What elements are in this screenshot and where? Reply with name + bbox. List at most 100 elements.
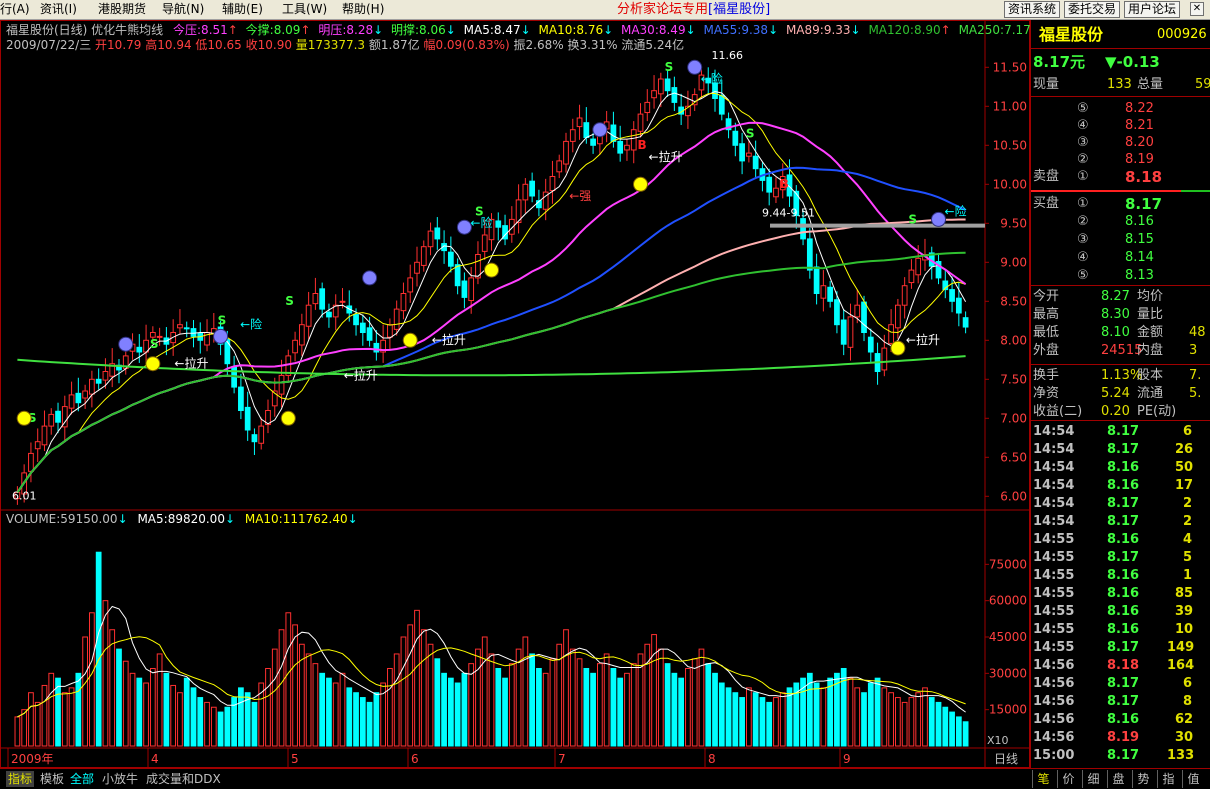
volume-bar — [522, 636, 529, 747]
today-pressure: 今压:8.51 — [173, 23, 228, 37]
tab-all[interactable]: 全部 — [70, 771, 94, 787]
info-system-button[interactable]: 资讯系统 — [1004, 1, 1061, 18]
tick-volume: 5 — [1183, 550, 1193, 565]
face-icon — [362, 270, 378, 286]
sell-level-row[interactable]: ⑤ 8.22 — [1031, 100, 1210, 118]
right-tab-5[interactable]: 指 — [1157, 770, 1179, 788]
candle — [867, 336, 874, 353]
candle — [901, 285, 908, 306]
volume-bar — [95, 551, 102, 747]
volume-bar — [41, 684, 48, 747]
price-tick-label: 6.50 — [1000, 450, 1027, 464]
volume-bar — [14, 716, 21, 747]
buy-level-row[interactable]: 买盘 ① 8.17 — [1031, 195, 1210, 213]
vol-tick-label: 30000 — [989, 666, 1027, 680]
volume-bar — [224, 706, 231, 747]
stat-value: 8.10 — [1101, 325, 1130, 340]
tick-time: 14:56 — [1033, 694, 1075, 709]
candle — [353, 314, 359, 326]
volume-bar — [691, 658, 698, 747]
candle — [908, 269, 915, 284]
candle — [895, 304, 901, 329]
bar-date: 2009/07/22/三 — [6, 38, 92, 52]
pull-up-text: 拉升 — [184, 356, 208, 371]
candle — [48, 413, 55, 427]
price-tick-label: 11.50 — [993, 60, 1027, 74]
tab-indicator[interactable]: 指标 — [6, 771, 35, 787]
menu-item-assist[interactable]: 辅助(E) — [222, 0, 263, 20]
price-tick-label: 7.00 — [1000, 411, 1027, 425]
menu-item-nav[interactable]: 导航(N) — [162, 0, 204, 20]
volume-bar — [156, 653, 163, 747]
stat2-value-2: 5. — [1189, 386, 1202, 401]
vol-tick-label: 75000 — [989, 557, 1027, 571]
title-stock: [福星股份] — [708, 2, 771, 17]
right-tab-3[interactable]: 盘 — [1107, 770, 1129, 788]
volume-bar — [488, 653, 495, 747]
menu-item-tools[interactable]: 工具(W) — [282, 0, 327, 20]
tick-price: 8.16 — [1107, 460, 1140, 475]
buy-level-row[interactable]: ② 8.16 — [1031, 213, 1210, 231]
volume-bar — [617, 677, 624, 747]
menu-item-hk-futures[interactable]: 港股期货 — [98, 0, 146, 20]
candle — [888, 324, 894, 344]
trade-button[interactable]: 委托交易 — [1064, 1, 1121, 18]
stat-row: 今开 8.27 均价 — [1031, 288, 1210, 306]
volume-bar — [603, 653, 610, 747]
right-tab-0[interactable]: 笔 — [1032, 770, 1054, 788]
pull-up-label: ←拉升 — [432, 332, 466, 347]
stat2-row: 净资 5.24 流通 5. — [1031, 385, 1210, 403]
stat-row: 最高 8.30 量比 — [1031, 306, 1210, 324]
tick-price: 8.17 — [1107, 424, 1140, 439]
buy-level-row[interactable]: ③ 8.15 — [1031, 231, 1210, 249]
quote-price: 8.17元 — [1033, 53, 1086, 71]
right-tab-2[interactable]: 细 — [1082, 770, 1104, 788]
volume-bar — [353, 692, 359, 747]
candle — [278, 374, 285, 395]
face-icon — [931, 211, 947, 227]
right-tab-1[interactable]: 价 — [1057, 770, 1079, 788]
window-title: 分析家论坛专用[福星股份] — [617, 0, 770, 20]
tick-volume: 164 — [1167, 658, 1195, 673]
volume-bar — [901, 701, 908, 747]
tab-volume-ddx[interactable]: 成交量和DDX — [146, 771, 221, 787]
sell-level-row[interactable]: ④ 8.21 — [1031, 117, 1210, 135]
kline-chart[interactable]: 11.50 11.00 10.50 10.00 9.50 9.00 8.50 8.00 7.50… — [0, 20, 1041, 768]
candle — [75, 392, 82, 404]
candle — [95, 378, 102, 384]
sell-level-row[interactable]: ② 8.19 — [1031, 151, 1210, 169]
buy-level-row[interactable]: ④ 8.14 — [1031, 249, 1210, 267]
tick-time: 14:56 — [1033, 676, 1075, 691]
tick-time: 14:54 — [1033, 442, 1075, 457]
price-tick-label: 9.50 — [1000, 216, 1027, 230]
menu-item-help[interactable]: 帮助(H) — [342, 0, 384, 20]
tick-price: 8.17 — [1107, 496, 1140, 511]
menu-item-hang[interactable]: 行(A) — [0, 0, 30, 20]
tick-row: 14:55 8.16 39 — [1031, 603, 1210, 621]
volume-bar — [718, 682, 725, 747]
forum-button[interactable]: 用户论坛 — [1124, 1, 1181, 18]
candle — [800, 218, 806, 240]
tick-row: 14:56 8.17 8 — [1031, 693, 1210, 711]
right-tab-4[interactable]: 势 — [1132, 770, 1154, 788]
candle — [414, 261, 420, 274]
candle — [326, 311, 332, 318]
tick-volume: 6 — [1183, 676, 1193, 691]
tab-xiaofangniu[interactable]: 小放牛 — [102, 771, 138, 787]
volume-bar — [576, 658, 583, 747]
menu-item-info[interactable]: 资讯(I) — [40, 0, 77, 20]
stat-row: 外盘 24515 内盘 3 — [1031, 342, 1210, 360]
sell-level-row[interactable]: 卖盘 ① 8.18 — [1031, 168, 1210, 186]
volume-bar — [346, 687, 353, 747]
close-icon[interactable]: ✕ — [1190, 2, 1204, 16]
indicator-header: 福星股份(日线) 优化牛熊均线 今压:8.51↑ 今撑:8.09↑ 明压:8.2… — [6, 23, 1041, 37]
tab-template[interactable]: 模板 — [40, 771, 64, 787]
volume-bar — [888, 692, 894, 747]
buy-level-row[interactable]: ⑤ 8.13 — [1031, 267, 1210, 285]
tomorrow-pressure: 明压:8.28 — [318, 23, 374, 37]
sell-level-row[interactable]: ③ 8.20 — [1031, 134, 1210, 152]
candle — [420, 246, 427, 266]
price-tick-label: 6.00 — [1000, 489, 1027, 503]
quote-title: 福星股份 000926 — [1031, 24, 1210, 46]
right-tab-6[interactable]: 值 — [1182, 770, 1204, 788]
